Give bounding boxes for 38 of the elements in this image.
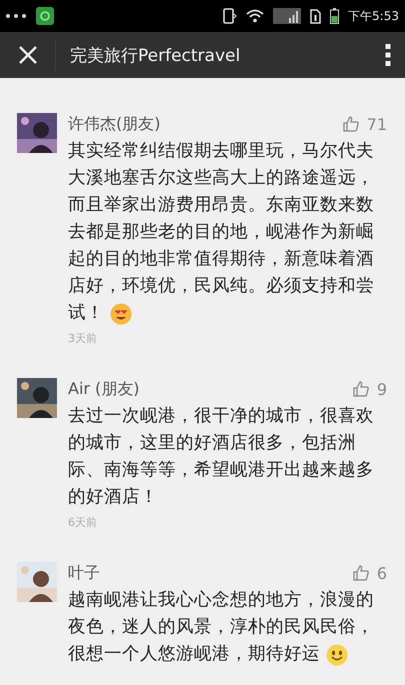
comment-line: 去都是那些老的目的地，岘港作为新崛 (68, 221, 374, 244)
comment-line: 去过一次岘港，很干净的城市，很喜欢 (68, 405, 374, 428)
more-icon (5, 13, 27, 19)
comment-line: 试！ (68, 302, 104, 325)
comment-line: 店好，环境优，民风纯。必须支持和尝 (68, 275, 374, 298)
thumbs-up-icon[interactable] (342, 116, 359, 132)
clock: 下午5:53 (348, 8, 399, 24)
like-count: 6 (376, 564, 387, 582)
comment-time: 3天前 (68, 331, 98, 346)
comment-line: 而且举家出游费用昂贵。东南亚数来数 (68, 194, 374, 217)
comment-line: 其实经常纠结假期去哪里玩，马尔代夫 (68, 140, 374, 163)
thumbs-up-icon[interactable] (352, 381, 369, 397)
signal-icon (273, 8, 302, 24)
battery-icon (330, 8, 340, 24)
sim-icon (310, 8, 322, 24)
like-count: 9 (376, 380, 387, 398)
comment-line: 大溪地塞舌尔这些高大上的路途遥远， (68, 167, 374, 190)
app-title: 完美旅行Perfectravel (70, 44, 242, 66)
app-icon (36, 7, 54, 25)
comment-line: 的好酒店！ (68, 486, 158, 509)
comment-line: 际、南海等等，希望岘港开出越来越多 (68, 459, 374, 482)
comment-line: 很想一个人悠游岘港，期待好运 (68, 643, 320, 666)
comment-line: 越南岘港让我心心念想的地方，浪漫的 (68, 589, 374, 612)
comment-line: 起的目的地非常值得期待，新意味着酒 (68, 248, 374, 271)
menu-icon[interactable] (385, 44, 391, 66)
comment-line: 的城市，这里的好酒店很多，包括洲 (68, 432, 356, 455)
close-icon[interactable] (18, 45, 38, 65)
thumbs-up-icon[interactable] (352, 565, 369, 581)
heart-eyes-emoji-icon (110, 302, 132, 324)
like-count: 71 (366, 114, 387, 134)
comment-time: 6天前 (68, 515, 98, 530)
smile-emoji-icon (326, 644, 348, 666)
comment-line: 夜色，迷人的风景，淳朴的民风民俗， (68, 616, 374, 639)
wifi-icon (246, 9, 264, 23)
commenter-name: 许伟杰(朋友) (68, 114, 160, 134)
phone-icon (223, 8, 238, 24)
commenter-name: Air (朋友) (68, 378, 140, 400)
commenter-name: 叶子 (68, 562, 100, 584)
